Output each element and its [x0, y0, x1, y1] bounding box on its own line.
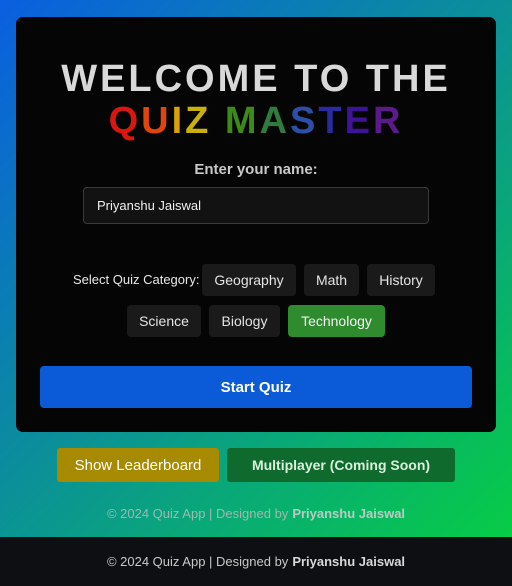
- title-letter: Z: [185, 100, 212, 142]
- title-letter: M: [224, 100, 260, 142]
- name-input[interactable]: [83, 187, 429, 224]
- copyright-text: © 2024 Quiz App | Designed by: [106, 506, 289, 521]
- title-letter: A: [259, 100, 291, 142]
- footer: © 2024 Quiz App | Designed by Priyanshu J…: [0, 537, 512, 586]
- title-letter: R: [372, 100, 404, 142]
- name-label: Enter your name:: [194, 161, 318, 178]
- multiplayer-button[interactable]: Multiplayer (Coming Soon): [227, 448, 455, 482]
- title-letter: Q: [108, 100, 142, 142]
- footer-copyright-text: © 2024 Quiz App | Designed by: [106, 554, 289, 569]
- title-letter: U: [141, 100, 172, 142]
- title-letter: [211, 100, 225, 143]
- page-copyright: © 2024 Quiz App | Designed by Priyanshu J…: [0, 506, 512, 521]
- start-quiz-button[interactable]: Start Quiz: [40, 366, 472, 408]
- title-letter: I: [171, 100, 186, 142]
- category-technology-button[interactable]: Technology: [288, 305, 385, 337]
- category-history-button[interactable]: History: [367, 264, 435, 296]
- title-quiz-master: QUIZ MASTER: [0, 100, 512, 143]
- title-welcome: WELCOME TO THE: [61, 58, 451, 100]
- title-letter: T: [318, 100, 345, 142]
- category-science-button[interactable]: Science: [127, 305, 201, 337]
- category-label: Select Quiz Category:: [73, 272, 200, 287]
- category-biology-button[interactable]: Biology: [209, 305, 280, 337]
- copyright-author: Priyanshu Jaiswal: [292, 506, 406, 521]
- title-letter: E: [344, 100, 373, 142]
- footer-copyright-author: Priyanshu Jaiswal: [292, 554, 406, 569]
- category-geography-button[interactable]: Geography: [202, 264, 296, 296]
- show-leaderboard-button[interactable]: Show Leaderboard: [57, 448, 219, 482]
- title-letter: S: [290, 100, 319, 142]
- category-math-button[interactable]: Math: [304, 264, 359, 296]
